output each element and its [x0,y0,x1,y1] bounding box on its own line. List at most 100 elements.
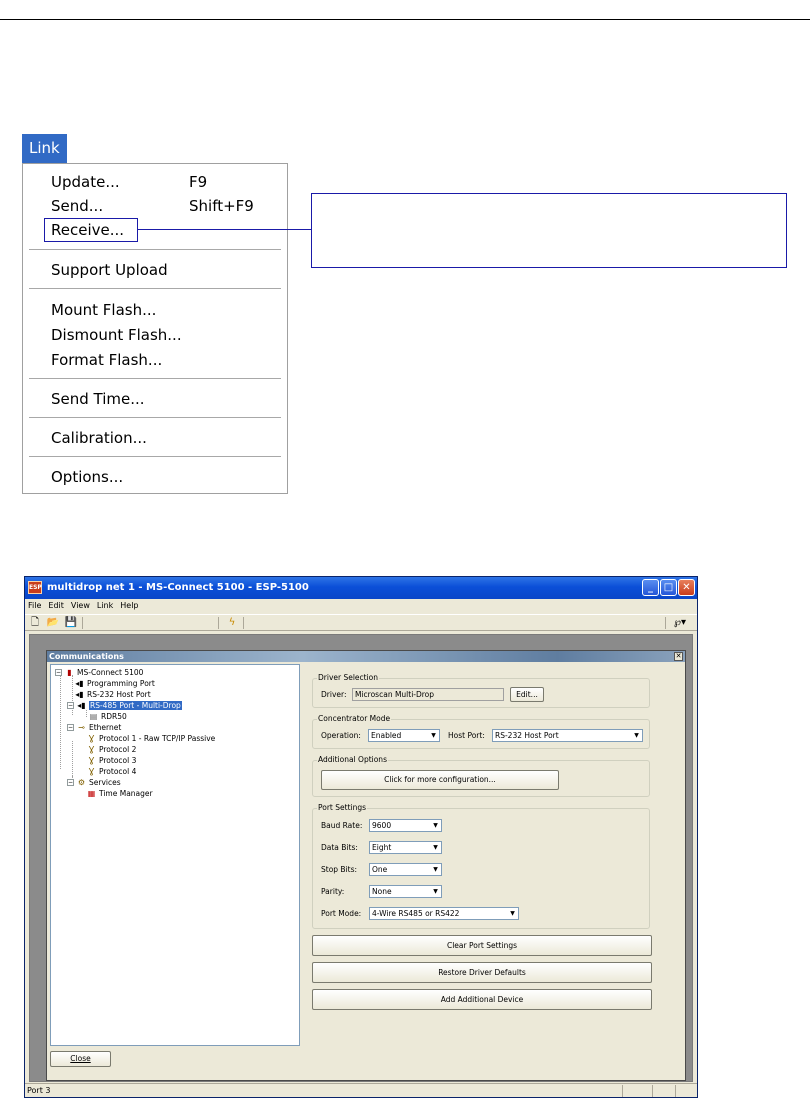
status-bar: Port 3 [25,1083,697,1097]
status-divider [652,1085,653,1097]
minimize-icon[interactable]: _ [642,579,659,596]
collapse-icon[interactable]: − [67,724,74,731]
callout-box [311,193,787,268]
tree-node[interactable]: ◂▮ RS-232 Host Port [75,689,150,700]
parity-select[interactable]: None ▼ [369,885,442,898]
port-mode-label: Port Mode: [321,909,362,918]
data-bits-select[interactable]: Eight ▼ [369,841,442,854]
dropdown-arrow-icon[interactable]: ▼ [508,909,517,918]
tree-node[interactable]: − ⊸ Ethernet [67,722,121,733]
collapse-icon[interactable]: − [55,669,62,676]
communications-title[interactable]: Communications ✕ [47,651,685,662]
tree-node[interactable]: − ⚙ Services [67,777,121,788]
window-titlebar[interactable]: ESP multidrop net 1 - MS-Connect 5100 - … [25,577,697,599]
group-title: Driver Selection [317,673,380,682]
protocol-icon: Ɣ [88,734,95,743]
tree-node-label: RS-485 Port - Multi-Drop [89,701,182,710]
menu-item-support-upload[interactable]: Support Upload [51,260,168,280]
port-icon: ◂▮ [75,679,84,688]
menu-shortcut-send: Shift+F9 [189,197,254,215]
child-close-icon[interactable]: ✕ [674,652,683,661]
device-icon: ▮ [67,668,72,677]
host-port-label: Host Port: [448,731,485,740]
close-button[interactable]: Close [50,1051,111,1067]
network-icon: ⊸ [78,723,85,732]
menu-separator [29,417,281,419]
dropdown-arrow-icon[interactable]: ▼ [431,821,440,830]
menu-view[interactable]: View [71,601,90,610]
toolbar: 🗋 📂 💾 ϟ ℘▾ [25,614,697,631]
menu-item-format-flash[interactable]: Format Flash... [51,350,162,370]
menu-help[interactable]: Help [120,601,138,610]
more-configuration-button[interactable]: Click for more configuration... [321,770,559,790]
menu-item-options[interactable]: Options... [51,467,123,487]
link-menu-title[interactable]: Link [22,134,67,163]
driver-field: Microscan Multi-Drop [352,688,504,701]
driver-selection-group: Driver Selection Driver: Microscan Multi… [312,673,650,708]
menu-edit[interactable]: Edit [48,601,64,610]
menu-separator [29,288,281,290]
tree-node[interactable]: Ɣ Protocol 4 [87,766,137,777]
collapse-icon[interactable]: − [67,702,74,709]
stop-bits-label: Stop Bits: [321,865,358,874]
menu-item-dismount-flash[interactable]: Dismount Flash... [51,325,182,345]
tree-node[interactable]: Ɣ Protocol 2 [87,744,137,755]
parity-value: None [372,887,392,896]
operation-select[interactable]: Enabled ▼ [368,729,440,742]
tree-node[interactable]: ▦ Time Manager [87,788,153,799]
menu-item-update[interactable]: Update... [51,172,120,192]
maximize-icon[interactable]: □ [660,579,677,596]
port-mode-value: 4-Wire RS485 or RS422 [372,909,460,918]
edit-driver-button[interactable]: Edit... [510,687,544,702]
callout-connector [137,229,311,230]
app-window: ESP multidrop net 1 - MS-Connect 5100 - … [24,576,698,1098]
stop-bits-select[interactable]: One ▼ [369,863,442,876]
communications-title-text: Communications [49,652,124,661]
dropdown-arrow-icon[interactable]: ▼ [431,887,440,896]
menu-item-send[interactable]: Send... [51,196,103,216]
clear-port-settings-button[interactable]: Clear Port Settings [312,935,652,956]
reader-icon: ▤ [89,712,98,721]
tree-node[interactable]: ▤ RDR50 [89,711,127,722]
dropdown-arrow-icon[interactable]: ▼ [431,843,440,852]
tree-node-label: Services [89,778,121,787]
baud-rate-select[interactable]: 9600 ▼ [369,819,442,832]
data-bits-value: Eight [372,843,392,852]
menu-file[interactable]: File [28,601,41,610]
tree-node[interactable]: Ɣ Protocol 3 [87,755,137,766]
additional-options-group: Additional Options Click for more config… [312,755,650,797]
host-port-select[interactable]: RS-232 Host Port ▼ [492,729,643,742]
protocol-icon: Ɣ [88,767,95,776]
dropdown-arrow-icon[interactable]: ▼ [431,865,440,874]
add-additional-device-button[interactable]: Add Additional Device [312,989,652,1010]
menu-item-mount-flash[interactable]: Mount Flash... [51,300,156,320]
tree-node[interactable]: ◂▮ Programming Port [75,678,155,689]
collapse-icon[interactable]: − [67,779,74,786]
menu-separator [29,456,281,458]
port-icon: ◂▮ [77,701,86,710]
menu-link[interactable]: Link [97,601,113,610]
status-text: Port 3 [27,1086,51,1095]
tree-node-selected[interactable]: − ◂▮ RS-485 Port - Multi-Drop [67,700,182,711]
toolbar-separator [665,617,666,629]
tree-node[interactable]: − ▮ MS-Connect 5100 [55,667,143,678]
clock-icon: ▦ [87,789,96,798]
baud-rate-label: Baud Rate: [321,821,363,830]
help-dropdown-icon[interactable]: ℘▾ [669,616,691,630]
mdi-workspace: Communications ✕ − ▮ MS-Connect 5100 ◂▮ Pro… [29,634,693,1082]
dropdown-arrow-icon[interactable]: ▼ [429,731,438,740]
tree-node[interactable]: Ɣ Protocol 1 - Raw TCP/IP Passive [87,733,216,744]
operation-label: Operation: [321,731,361,740]
close-icon[interactable]: ✕ [678,579,695,596]
open-folder-icon[interactable]: 📂 [46,616,60,630]
restore-driver-defaults-button[interactable]: Restore Driver Defaults [312,962,652,983]
save-icon[interactable]: 💾 [64,616,78,630]
port-mode-select[interactable]: 4-Wire RS485 or RS422 ▼ [369,907,519,920]
lightning-icon[interactable]: ϟ [225,616,239,630]
port-settings-group: Port Settings Baud Rate: 9600 ▼ Data Bits… [312,803,650,929]
menu-item-send-time[interactable]: Send Time... [51,389,145,409]
dropdown-arrow-icon[interactable]: ▼ [632,731,641,740]
new-file-icon[interactable]: 🗋 [28,616,42,630]
menu-item-calibration[interactable]: Calibration... [51,428,147,448]
concentrator-mode-group: Concentrator Mode Operation: Enabled ▼ Ho… [312,714,650,749]
